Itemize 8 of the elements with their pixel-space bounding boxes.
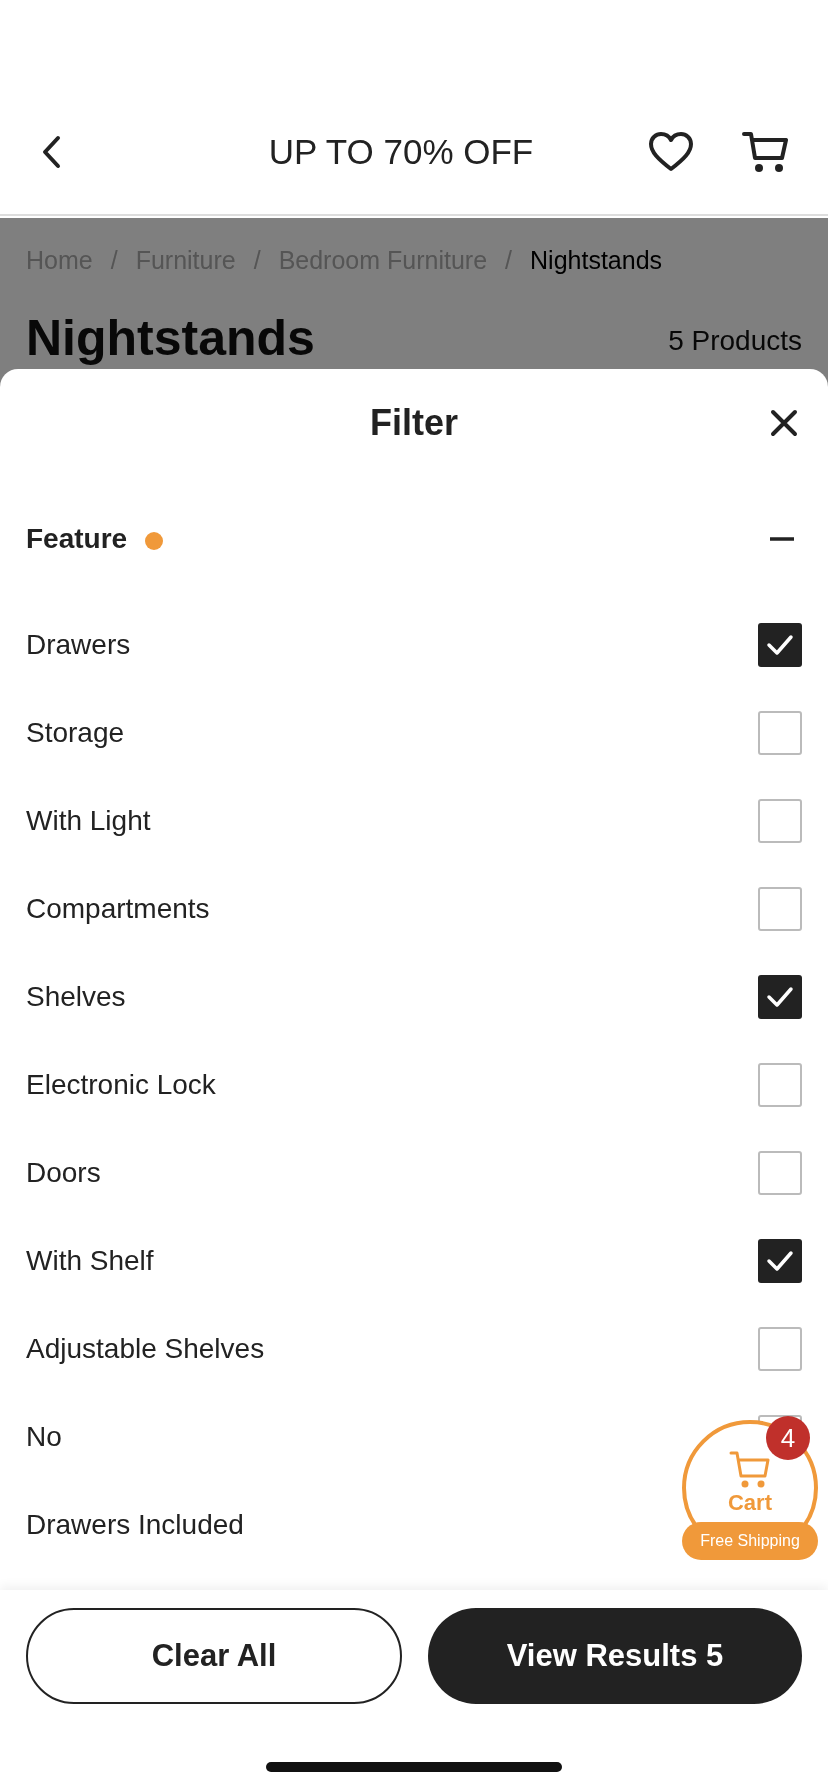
breadcrumb-separator: / <box>110 245 118 276</box>
free-shipping-tag: Free Shipping <box>682 1522 818 1560</box>
product-count: 5 Products <box>668 323 802 358</box>
page-heading: Nightstands <box>26 308 315 368</box>
sheet-title: Filter <box>370 401 458 445</box>
breadcrumb-separator: / <box>505 245 513 276</box>
page-title: UP TO 70% OFF <box>268 131 534 173</box>
breadcrumb-separator: / <box>253 245 261 276</box>
